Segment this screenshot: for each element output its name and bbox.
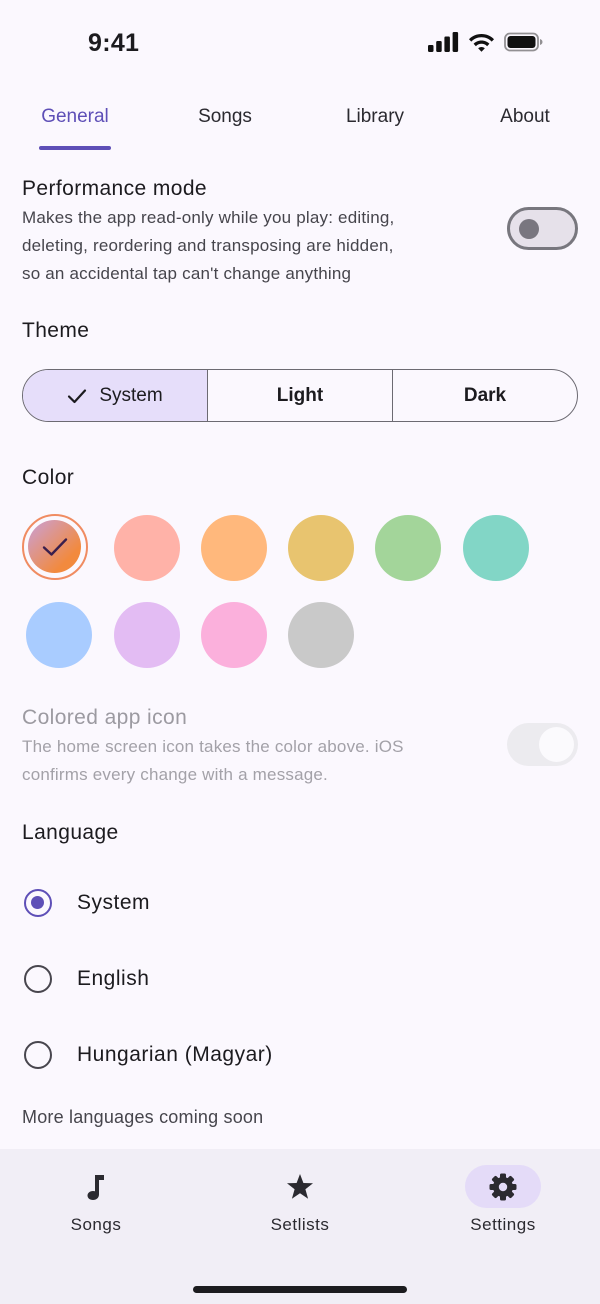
tab-about[interactable]: About <box>475 92 575 152</box>
swatch-gradient <box>28 520 81 573</box>
settings-tabs: General Songs Library About <box>0 92 600 152</box>
color-swatch-gray[interactable] <box>288 602 354 668</box>
theme-option-light[interactable]: Light <box>207 370 392 421</box>
performance-mode-description-line: so an accidental tap can't change anythi… <box>22 264 352 283</box>
language-option-hungarian[interactable]: Hungarian (Magyar) <box>22 1027 578 1083</box>
status-bar: 9:41 <box>0 0 600 90</box>
tab-library[interactable]: Library <box>325 92 425 152</box>
tab-songs-label: Songs <box>198 106 252 127</box>
performance-mode-toggle[interactable] <box>507 207 578 250</box>
color-swatch-yellow[interactable] <box>288 515 354 581</box>
nav-icon-container <box>262 1165 338 1208</box>
language-option-system[interactable]: System <box>22 875 578 931</box>
bottom-navigation: Songs Setlists Settings <box>0 1149 600 1304</box>
color-title: Color <box>22 466 75 489</box>
battery-icon <box>504 32 543 52</box>
radio-unselected-icon <box>24 1041 52 1069</box>
active-tab-indicator <box>39 146 111 150</box>
color-swatch-blue[interactable] <box>26 602 92 668</box>
theme-option-label: Light <box>276 384 324 406</box>
radio-unselected-icon <box>24 965 52 993</box>
nav-icon-container <box>58 1165 134 1208</box>
language-option-label: System <box>77 891 151 914</box>
language-option-label: English <box>77 967 150 990</box>
nav-label: Setlists <box>270 1215 330 1234</box>
theme-option-dark[interactable]: Dark <box>392 370 577 421</box>
nav-label: Songs <box>70 1215 122 1234</box>
performance-mode-description-line: Makes the app read-only while you play: … <box>22 208 395 227</box>
theme-option-label: System <box>99 384 163 406</box>
wifi-icon <box>469 34 494 52</box>
colored-app-icon-toggle <box>507 723 578 766</box>
language-option-label: Hungarian (Magyar) <box>77 1043 273 1066</box>
performance-mode-description: Makes the app read-only while you play: … <box>22 204 394 288</box>
check-icon <box>42 537 67 556</box>
gear-icon <box>489 1173 517 1200</box>
color-swatch-red[interactable] <box>114 515 180 581</box>
music-note-icon <box>87 1174 104 1200</box>
nav-item-setlists[interactable]: Setlists <box>220 1149 380 1249</box>
theme-option-label: Dark <box>463 384 507 406</box>
color-swatch-purple[interactable] <box>114 602 180 668</box>
color-swatch-orange[interactable] <box>201 515 267 581</box>
language-option-english[interactable]: English <box>22 951 578 1007</box>
theme-option-system[interactable]: System <box>23 370 207 421</box>
colored-app-icon-description: The home screen icon takes the color abo… <box>22 733 404 789</box>
colored-app-icon-description-line: confirms every change with a message. <box>22 765 328 784</box>
tab-general-label: General <box>41 106 109 127</box>
color-swatch-green[interactable] <box>375 515 441 581</box>
status-icons <box>428 32 544 52</box>
theme-segmented-control: System Light Dark <box>22 369 578 422</box>
star-icon <box>287 1174 313 1199</box>
check-icon <box>67 388 87 404</box>
theme-title: Theme <box>22 319 90 342</box>
performance-mode-description-line: deleting, reordering and transposing are… <box>22 236 394 255</box>
radio-selected-icon <box>24 889 52 917</box>
status-time: 9:41 <box>88 29 140 57</box>
toggle-knob <box>539 727 574 762</box>
home-indicator <box>193 1286 407 1293</box>
language-footnote: More languages coming soon <box>22 1107 264 1127</box>
colored-app-icon-title: Colored app icon <box>22 706 188 729</box>
color-swatch-dynamic[interactable] <box>22 514 88 580</box>
cellular-signal-icon <box>428 32 459 52</box>
nav-label: Settings <box>470 1215 536 1234</box>
tab-general[interactable]: General <box>25 92 125 152</box>
tab-songs[interactable]: Songs <box>175 92 275 152</box>
nav-item-settings[interactable]: Settings <box>423 1149 583 1249</box>
language-title: Language <box>22 821 119 844</box>
tab-about-label: About <box>500 106 550 127</box>
nav-item-songs[interactable]: Songs <box>16 1149 176 1249</box>
performance-mode-title: Performance mode <box>22 177 207 200</box>
nav-icon-container <box>465 1165 541 1208</box>
toggle-knob <box>519 218 539 239</box>
colored-app-icon-description-line: The home screen icon takes the color abo… <box>22 737 404 756</box>
color-swatch-teal[interactable] <box>463 515 529 581</box>
color-swatch-pink[interactable] <box>201 602 267 668</box>
tab-library-label: Library <box>345 106 405 127</box>
